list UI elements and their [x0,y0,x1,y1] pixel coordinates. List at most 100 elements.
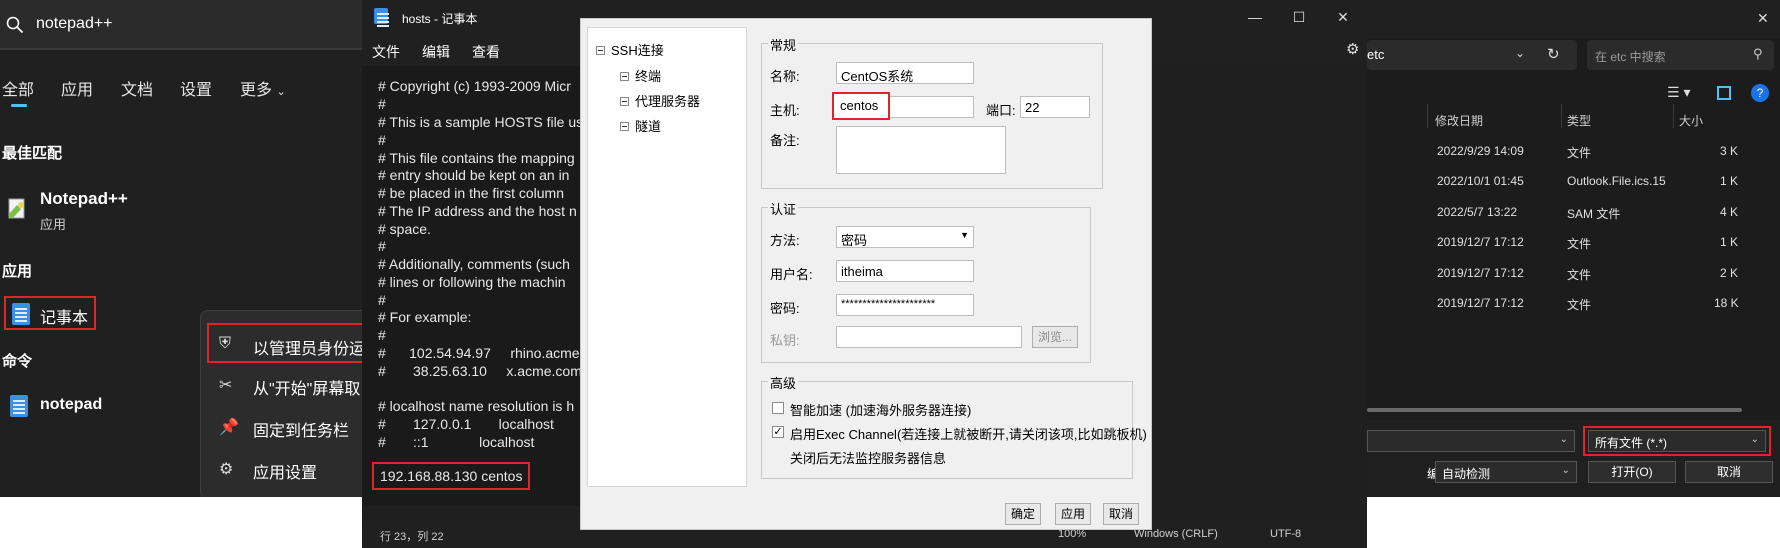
pin-icon: 📌 [219,419,239,436]
row-type: 文件 [1567,146,1592,160]
column-header-size[interactable]: 大小 [1679,112,1703,129]
windows-search-panel: notepad++ 全部 应用 文档 设置 更多 ⌄ 最佳匹配 Notepad+… [0,0,362,497]
table-row[interactable]: 2022/10/1 01:45 Outlook.File.ics.15 1 K [1367,174,1780,194]
explorer-cancel-button[interactable]: 取消 [1685,461,1773,483]
table-row[interactable]: 2022/5/7 13:22 SAM 文件 4 K [1367,205,1780,225]
apps-heading: 应用 [2,263,33,280]
search-bar[interactable]: notepad++ [0,0,362,50]
menu-file[interactable]: 文件 [372,42,400,62]
filename-combobox[interactable]: ⌄ [1367,430,1575,452]
ok-button[interactable]: 确定 [1005,503,1041,525]
preview-pane-icon[interactable] [1717,86,1731,100]
tree-item-terminal[interactable]: 终端 [620,66,661,85]
browse-button[interactable]: 浏览... [1032,326,1078,348]
text-line: # 102.54.94.97 rhino.acme [378,345,580,361]
note-label: 备注: [770,133,800,148]
refresh-icon[interactable]: ↻ [1547,45,1560,63]
explorer-search-box[interactable]: 在 etc 中搜索 ⚲ [1587,40,1774,70]
tab-more[interactable]: 更多 ⌄ [240,76,286,100]
note-textarea[interactable] [836,126,1006,174]
tab-all[interactable]: 全部 [2,76,34,100]
column-header-type[interactable]: 类型 [1567,112,1591,129]
column-divider [1561,104,1562,128]
chevron-down-icon: ⌄ [1559,434,1568,445]
window-title: hosts - 记事本 [402,12,478,26]
best-match-item[interactable]: Notepad++ 应用 [0,180,362,236]
smart-accel-checkbox[interactable] [772,402,784,414]
minimize-button[interactable]: — [1240,6,1270,28]
username-label: 用户名: [770,267,813,282]
row-size: 2 K [1720,266,1739,280]
tab-documents[interactable]: 文档 [121,76,153,100]
tree-item-label: 隧道 [635,119,662,134]
close-button[interactable]: ✕ [1328,6,1358,28]
cancel-button[interactable]: 取消 [1103,503,1139,525]
file-type-select[interactable]: 所有文件 (*.*) ⌄ [1588,430,1766,452]
open-button[interactable]: 打开(O) [1588,461,1676,483]
app-settings-menu-item[interactable]: ⚙ 应用设置 [201,449,362,489]
name-input[interactable]: CentOS系统 [836,62,974,84]
file-open-dialog: ✕ etc ⌄ ↻ 在 etc 中搜索 ⚲ ☰ ▾ ? 修改日期 类型 大小 2… [1367,0,1780,497]
row-type: 文件 [1567,237,1592,251]
unpin-start-menu-item[interactable]: ✂ 从"开始"屏幕取 [201,365,362,405]
maximize-button[interactable]: ☐ [1284,6,1314,28]
notepad-icon [12,303,30,325]
row-size: 4 K [1720,205,1739,219]
name-label: 名称: [770,69,800,84]
app-notepad-item[interactable]: 记事本 [4,296,96,330]
command-notepad-item[interactable]: notepad [0,390,180,422]
password-label: 密码: [770,301,800,316]
menu-view[interactable]: 查看 [472,42,500,62]
view-options-icon[interactable]: ☰ ▾ [1667,84,1690,101]
tree-item-tunnel[interactable]: 隧道 [620,116,661,135]
search-placeholder: 在 etc 中搜索 [1595,50,1666,64]
dropdown-arrow-icon: ▼ [960,230,969,240]
text-editor[interactable]: # Copyright (c) 1993-2009 Micr # # This … [362,66,583,506]
table-row[interactable]: 2019/12/7 17:12 文件 18 K [1367,296,1780,316]
menu-edit[interactable]: 编辑 [422,42,450,62]
best-match-heading: 最佳匹配 [2,145,63,162]
app-notepad-label: 记事本 [40,310,89,327]
horizontal-scrollbar[interactable] [1367,408,1742,412]
port-input[interactable]: 22 [1020,96,1090,118]
row-type: 文件 [1567,268,1592,282]
dialog-footer: ⌄ 所有文件 (*.*) ⌄ 编码: 自动检测 ⌄ 打开(O) 取消 [1367,420,1780,497]
tree-collapse-icon [596,46,605,55]
table-row[interactable]: 2019/12/7 17:12 文件 2 K [1367,266,1780,286]
column-header-date[interactable]: 修改日期 [1435,112,1483,129]
row-date: 2022/9/29 14:09 [1437,144,1524,158]
tree-expand-icon [620,122,629,131]
exec-channel-checkbox[interactable]: ✓ [772,426,784,438]
tab-settings[interactable]: 设置 [180,76,212,100]
pin-taskbar-menu-item[interactable]: 📌 固定到任务栏 [201,407,362,447]
close-icon[interactable]: ✕ [1757,10,1769,27]
text-line: # ::1 localhost [378,434,535,450]
notepad-plus-plus-icon [8,198,25,219]
unpin-start-label: 从"开始"屏幕取 [253,381,361,398]
table-row[interactable]: 2022/9/29 14:09 文件 3 K [1367,144,1780,164]
private-key-input[interactable] [836,326,1022,348]
address-bar[interactable]: etc ⌄ ↻ [1367,40,1577,70]
tab-apps[interactable]: 应用 [61,76,93,100]
username-input[interactable]: itheima [836,260,974,282]
settings-gear-icon[interactable]: ⚙ [1346,40,1359,58]
method-select[interactable]: 密码 ▼ [836,226,974,248]
apply-button[interactable]: 应用 [1055,503,1091,525]
password-input[interactable]: ********************** [836,294,974,316]
tree-item-proxy[interactable]: 代理服务器 [620,91,700,110]
table-row[interactable]: 2019/12/7 17:12 文件 1 K [1367,235,1780,255]
run-as-admin-menu-item[interactable]: ⛨ 以管理员身份运 [207,323,362,363]
private-key-label: 私钥: [770,333,800,348]
help-icon[interactable]: ? [1751,84,1769,102]
encoding-select[interactable]: 自动检测 ⌄ [1435,461,1577,483]
tree-expand-icon [620,97,629,106]
tree-root-ssh[interactable]: SSH连接 [596,40,664,59]
search-query[interactable]: notepad++ [36,15,113,33]
tab-more-label: 更多 [240,82,273,99]
text-line: # For example: [378,309,472,325]
chevron-down-icon[interactable]: ⌄ [1515,46,1525,60]
text-line: # Copyright (c) 1993-2009 Micr [378,78,571,94]
text-line: # Additionally, comments (such [378,256,570,272]
pin-taskbar-label: 固定到任务栏 [253,423,350,440]
row-type: 文件 [1567,298,1592,312]
